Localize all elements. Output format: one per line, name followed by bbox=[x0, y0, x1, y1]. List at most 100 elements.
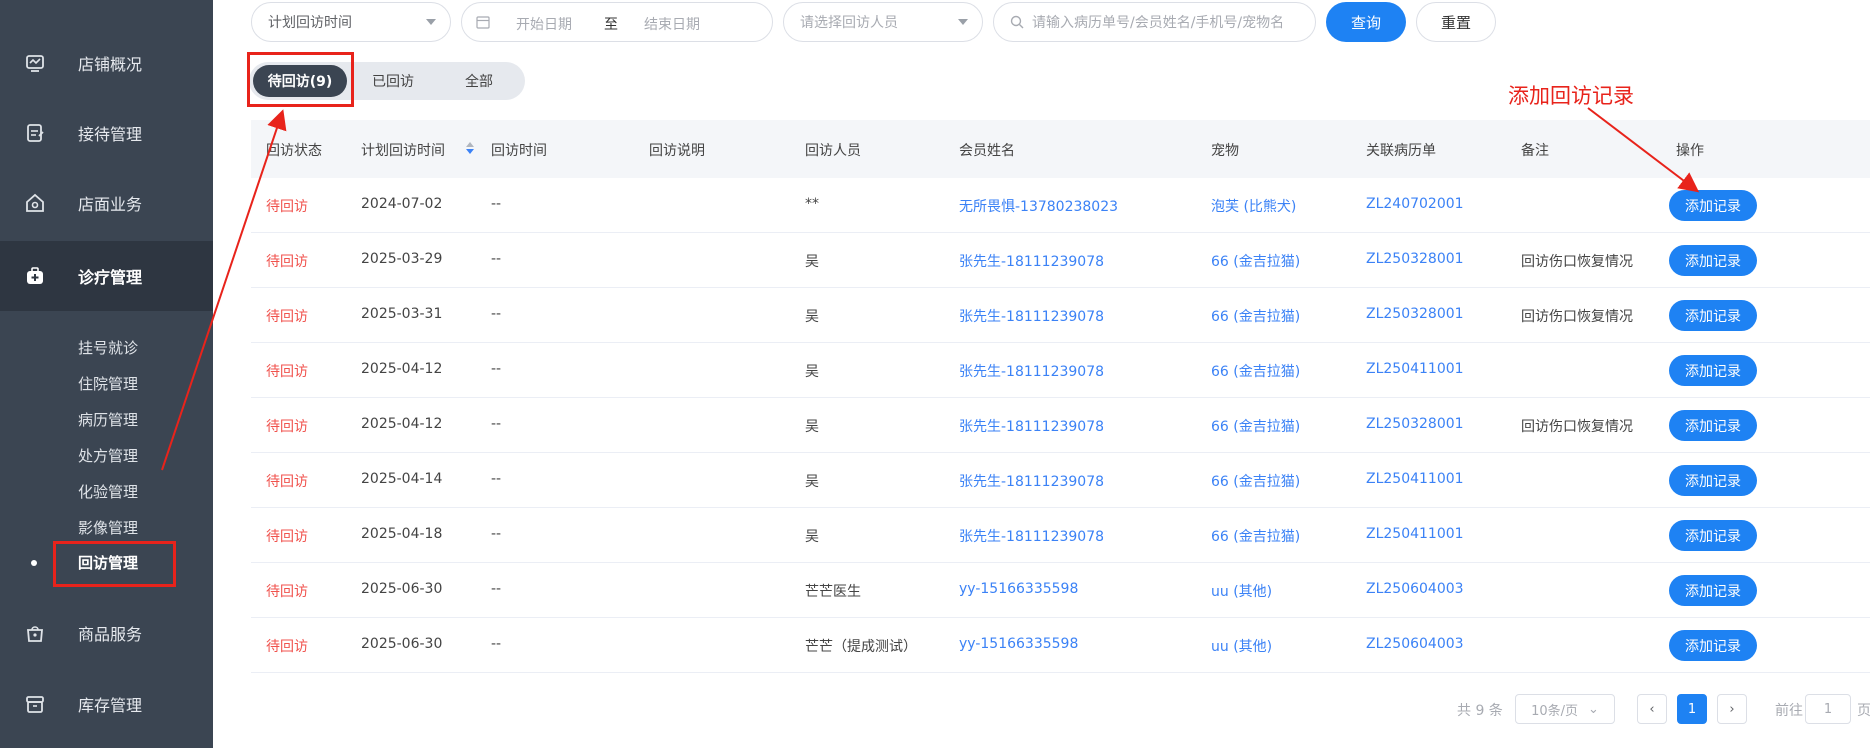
cell-record-link[interactable]: ZL250604003 bbox=[1366, 636, 1464, 652]
sub-item-registration[interactable]: 挂号就诊 bbox=[78, 337, 138, 359]
nav-label: 接待管理 bbox=[78, 125, 143, 144]
table-row: 待回访 2024-07-02 -- ** 无所畏惧-13780238023 泡芙 (比熊犬… bbox=[251, 178, 1870, 233]
cell-plan-time: 2024-07-02 bbox=[361, 196, 443, 212]
add-record-button[interactable]: 添加记录 bbox=[1669, 465, 1757, 496]
cell-record-link[interactable]: ZL250604003 bbox=[1366, 581, 1464, 597]
tab-completed[interactable]: 已回访 bbox=[353, 65, 433, 97]
nav-item-products[interactable]: 商品服务 bbox=[0, 598, 213, 668]
cell-visit-time: -- bbox=[491, 581, 502, 597]
cell-pet-link[interactable]: 泡芙 (比熊犬) bbox=[1211, 196, 1296, 216]
table-row: 待回访 2025-06-30 -- 芒芒医生 yy-15166335598 uu (其他)… bbox=[251, 563, 1870, 618]
cell-visit-time: -- bbox=[491, 361, 502, 377]
calendar-icon bbox=[476, 15, 490, 33]
sub-item-medical-records[interactable]: 病历管理 bbox=[78, 409, 138, 431]
sort-icon[interactable] bbox=[465, 140, 475, 160]
cell-member-link[interactable]: 张先生-18111239078 bbox=[959, 471, 1104, 491]
cell-member-link[interactable]: 张先生-18111239078 bbox=[959, 361, 1104, 381]
staff-select-placeholder: 请选择回访人员 bbox=[800, 15, 898, 31]
header-visit-time: 回访时间 bbox=[491, 143, 547, 159]
cell-record-link[interactable]: ZL250411001 bbox=[1366, 526, 1464, 542]
cell-record-link[interactable]: ZL240702001 bbox=[1366, 196, 1464, 212]
staff-select[interactable]: 请选择回访人员 bbox=[783, 2, 983, 42]
cell-pet-link[interactable]: 66 (金吉拉猫) bbox=[1211, 471, 1300, 491]
chevron-left-icon: ‹ bbox=[1649, 701, 1655, 717]
cell-status: 待回访 bbox=[266, 199, 308, 215]
add-record-button[interactable]: 添加记录 bbox=[1669, 410, 1757, 441]
nav-item-reception[interactable]: 接待管理 bbox=[0, 98, 213, 168]
cell-staff: 吴 bbox=[805, 309, 819, 325]
cell-member-link[interactable]: yy-15166335598 bbox=[959, 636, 1078, 652]
end-date-input[interactable]: 结束日期 bbox=[644, 14, 700, 34]
page-number-current[interactable]: 1 bbox=[1677, 694, 1707, 724]
annotation-label: 添加回访记录 bbox=[1508, 84, 1634, 108]
cell-status: 待回访 bbox=[266, 254, 308, 270]
cell-visit-time: -- bbox=[491, 471, 502, 487]
cell-member-link[interactable]: yy-15166335598 bbox=[959, 581, 1078, 597]
goto-page-input[interactable]: 1 bbox=[1805, 694, 1851, 724]
cell-member-link[interactable]: 无所畏惧-13780238023 bbox=[959, 196, 1118, 216]
reset-button[interactable]: 重置 bbox=[1416, 2, 1496, 42]
cell-record-link[interactable]: ZL250411001 bbox=[1366, 471, 1464, 487]
annotation-box-sidebar bbox=[53, 541, 176, 587]
search-input[interactable]: 请输入病历单号/会员姓名/手机号/宠物名 bbox=[993, 2, 1316, 42]
cell-pet-link[interactable]: uu (其他) bbox=[1211, 581, 1272, 601]
active-bullet bbox=[31, 560, 37, 566]
tab-all[interactable]: 全部 bbox=[439, 65, 519, 97]
page-size-select[interactable]: 10条/页 ⌄ bbox=[1515, 694, 1615, 724]
cell-note: 回访伤口恢复情况 bbox=[1521, 254, 1633, 270]
nav-item-store-business[interactable]: 店面业务 bbox=[0, 168, 213, 238]
cell-status: 待回访 bbox=[266, 419, 308, 435]
cell-pet-link[interactable]: 66 (金吉拉猫) bbox=[1211, 361, 1300, 381]
cell-visit-time: -- bbox=[491, 306, 502, 322]
cell-status: 待回访 bbox=[266, 364, 308, 380]
cell-status: 待回访 bbox=[266, 639, 308, 655]
dashboard-icon bbox=[24, 52, 46, 74]
add-record-button[interactable]: 添加记录 bbox=[1669, 520, 1757, 551]
add-record-button[interactable]: 添加记录 bbox=[1669, 245, 1757, 276]
plan-time-select[interactable]: 计划回访时间 bbox=[251, 2, 451, 42]
prev-page-button[interactable]: ‹ bbox=[1637, 694, 1667, 724]
cell-record-link[interactable]: ZL250328001 bbox=[1366, 416, 1464, 432]
cell-member-link[interactable]: 张先生-18111239078 bbox=[959, 251, 1104, 271]
table-row: 待回访 2025-04-14 -- 吴 张先生-18111239078 66 (金吉拉猫)… bbox=[251, 453, 1870, 508]
cell-pet-link[interactable]: 66 (金吉拉猫) bbox=[1211, 251, 1300, 271]
plan-time-value: 计划回访时间 bbox=[268, 15, 352, 31]
cell-plan-time: 2025-04-18 bbox=[361, 526, 443, 542]
sub-item-hospitalization[interactable]: 住院管理 bbox=[78, 373, 138, 395]
add-record-button[interactable]: 添加记录 bbox=[1669, 630, 1757, 661]
table-row: 待回访 2025-04-12 -- 吴 张先生-18111239078 66 (金吉拉猫)… bbox=[251, 343, 1870, 398]
cell-status: 待回访 bbox=[266, 474, 308, 490]
nav-item-medical[interactable]: 诊疗管理 bbox=[0, 241, 213, 311]
sub-item-lab-tests[interactable]: 化验管理 bbox=[78, 481, 138, 503]
table-row: 待回访 2025-03-31 -- 吴 张先生-18111239078 66 (金吉拉猫)… bbox=[251, 288, 1870, 343]
sub-item-prescriptions[interactable]: 处方管理 bbox=[78, 445, 138, 467]
page-suffix: 页 bbox=[1857, 703, 1870, 719]
cell-pet-link[interactable]: 66 (金吉拉猫) bbox=[1211, 526, 1300, 546]
cell-member-link[interactable]: 张先生-18111239078 bbox=[959, 306, 1104, 326]
add-record-button[interactable]: 添加记录 bbox=[1669, 300, 1757, 331]
header-plan-time[interactable]: 计划回访时间 bbox=[361, 140, 445, 160]
cell-pet-link[interactable]: uu (其他) bbox=[1211, 636, 1272, 656]
add-record-button[interactable]: 添加记录 bbox=[1669, 190, 1757, 221]
add-record-button[interactable]: 添加记录 bbox=[1669, 355, 1757, 386]
cell-staff: 吴 bbox=[805, 529, 819, 545]
nav-item-store-overview[interactable]: 店铺概况 bbox=[0, 28, 213, 98]
sidebar: 店铺概况 接待管理 店面业务 诊疗管理 挂号就诊 住院管理 病历管理 处方管理 … bbox=[0, 0, 213, 748]
cell-record-link[interactable]: ZL250411001 bbox=[1366, 361, 1464, 377]
cell-pet-link[interactable]: 66 (金吉拉猫) bbox=[1211, 306, 1300, 326]
start-date-input[interactable]: 开始日期 bbox=[516, 14, 572, 34]
cell-record-link[interactable]: ZL250328001 bbox=[1366, 306, 1464, 322]
date-range-picker[interactable]: 开始日期 至 结束日期 bbox=[461, 2, 773, 42]
query-button[interactable]: 查询 bbox=[1326, 2, 1406, 42]
cell-member-link[interactable]: 张先生-18111239078 bbox=[959, 416, 1104, 436]
cell-pet-link[interactable]: 66 (金吉拉猫) bbox=[1211, 416, 1300, 436]
nav-item-inventory[interactable]: 库存管理 bbox=[0, 669, 213, 739]
medical-kit-icon bbox=[24, 265, 46, 287]
sub-item-imaging[interactable]: 影像管理 bbox=[78, 517, 138, 539]
cell-member-link[interactable]: 张先生-18111239078 bbox=[959, 526, 1104, 546]
cell-record-link[interactable]: ZL250328001 bbox=[1366, 251, 1464, 267]
add-record-button[interactable]: 添加记录 bbox=[1669, 575, 1757, 606]
cell-status: 待回访 bbox=[266, 584, 308, 600]
cell-visit-time: -- bbox=[491, 251, 502, 267]
next-page-button[interactable]: › bbox=[1717, 694, 1747, 724]
